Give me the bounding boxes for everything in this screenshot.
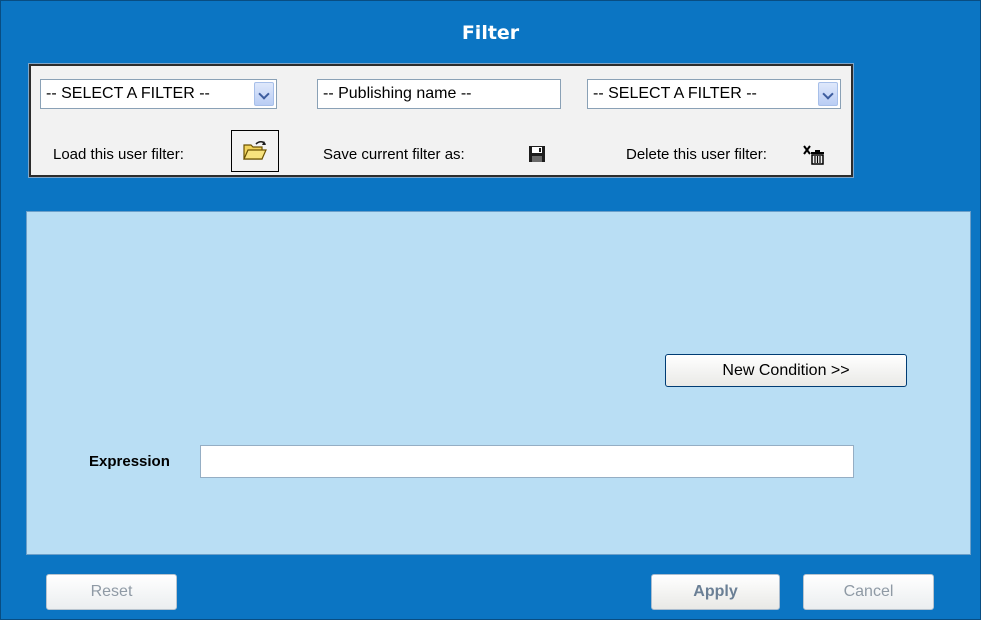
load-filter-select-value: -- SELECT A FILTER -- — [46, 85, 210, 102]
publishing-name-input[interactable]: -- Publishing name -- — [317, 79, 561, 109]
publishing-name-value: -- Publishing name -- — [323, 85, 472, 102]
filter-window: Filter -- SELECT A FILTER -- -- Publishi… — [0, 0, 981, 620]
floppy-disk-icon — [529, 146, 545, 162]
expression-input[interactable] — [200, 445, 854, 478]
trash-icon — [803, 145, 824, 165]
new-condition-button[interactable]: New Condition >> — [665, 354, 907, 387]
delete-filter-label: Delete this user filter: — [626, 146, 767, 163]
chevron-down-icon[interactable] — [818, 82, 838, 106]
cancel-button[interactable]: Cancel — [803, 574, 934, 610]
delete-filter-button[interactable] — [801, 142, 827, 166]
load-filter-label: Load this user filter: — [53, 146, 184, 163]
window-title: Filter — [461, 22, 520, 44]
chevron-down-icon[interactable] — [254, 82, 274, 106]
reset-button[interactable]: Reset — [46, 574, 177, 610]
load-filter-select[interactable]: -- SELECT A FILTER -- — [40, 79, 277, 109]
save-filter-label: Save current filter as: — [323, 146, 465, 163]
save-filter-button[interactable] — [526, 143, 548, 165]
expression-label: Expression — [89, 453, 170, 470]
apply-button[interactable]: Apply — [651, 574, 780, 610]
open-folder-icon — [243, 140, 267, 160]
filter-toolbar: -- SELECT A FILTER -- -- Publishing name… — [28, 63, 854, 178]
delete-filter-select-value: -- SELECT A FILTER -- — [593, 85, 757, 102]
load-filter-button[interactable] — [231, 130, 279, 172]
delete-filter-select[interactable]: -- SELECT A FILTER -- — [587, 79, 841, 109]
